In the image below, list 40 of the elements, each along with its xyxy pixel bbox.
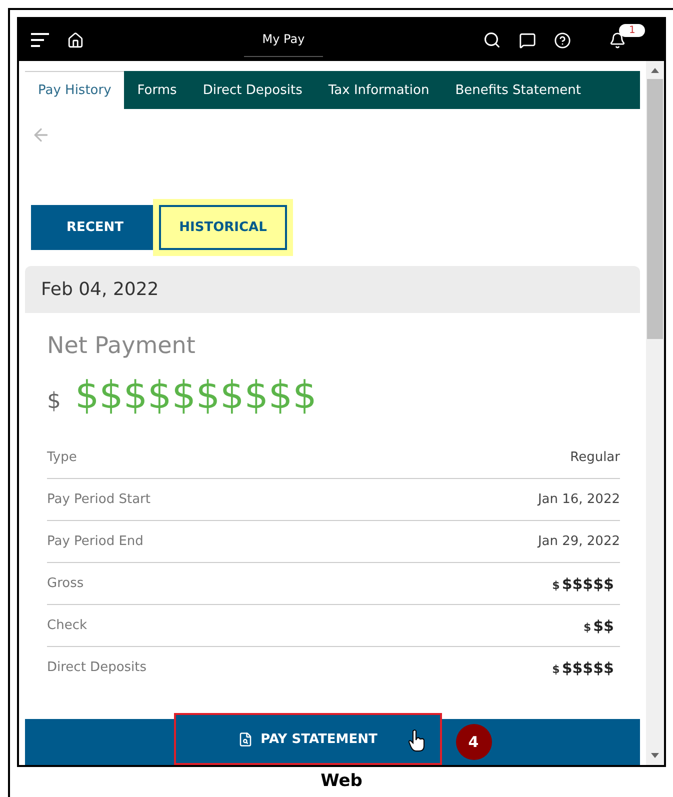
page-title: My Pay xyxy=(244,24,323,56)
document-search-icon xyxy=(238,732,253,746)
detail-label: Check xyxy=(47,618,87,633)
net-payment-amount: $$$$$$$$$$ xyxy=(75,373,317,417)
detail-value: $$$$$ xyxy=(562,658,614,676)
detail-value: Jan 29, 2022 xyxy=(538,534,620,549)
pay-date: Feb 04, 2022 xyxy=(25,266,640,313)
currency-symbol: $ xyxy=(552,578,560,592)
tab[interactable]: Benefits Statement xyxy=(442,71,594,109)
chat-icon[interactable] xyxy=(519,32,536,48)
currency-symbol: $ xyxy=(47,389,61,414)
step-number: 4 xyxy=(456,724,492,760)
detail-label: Direct Deposits xyxy=(47,660,147,675)
tab[interactable]: Direct Deposits xyxy=(190,71,316,109)
currency-symbol: $ xyxy=(583,620,592,634)
home-icon[interactable] xyxy=(67,32,84,48)
net-payment-label: Net Payment xyxy=(47,333,196,359)
detail-label: Pay Period End xyxy=(47,534,144,549)
detail-label: Pay Period Start xyxy=(47,492,150,507)
pay-statement-button[interactable]: PAY STATEMENT xyxy=(174,713,442,765)
scrollbar[interactable] xyxy=(646,61,664,765)
detail-value: Jan 16, 2022 xyxy=(538,492,620,507)
caption: Web xyxy=(320,770,364,791)
detail-label: Type xyxy=(47,450,77,465)
tab[interactable]: Pay History xyxy=(25,71,124,109)
detail-value: Regular xyxy=(570,450,620,465)
scroll-up-icon[interactable] xyxy=(651,68,659,73)
scroll-down-icon[interactable] xyxy=(651,753,659,758)
notification-badge: 1 xyxy=(619,24,646,36)
help-icon[interactable] xyxy=(554,32,571,48)
detail-value: $$ xyxy=(593,616,614,634)
menu-icon[interactable] xyxy=(31,33,49,47)
bell-icon[interactable] xyxy=(609,32,626,48)
currency-symbol: $ xyxy=(552,662,560,676)
tab[interactable]: Forms xyxy=(124,71,190,109)
detail-value: $$$$$ xyxy=(562,574,614,592)
tab[interactable]: Tax Information xyxy=(315,71,442,109)
hand-cursor-icon xyxy=(408,729,426,753)
detail-label: Gross xyxy=(47,576,84,591)
search-icon[interactable] xyxy=(483,31,501,49)
